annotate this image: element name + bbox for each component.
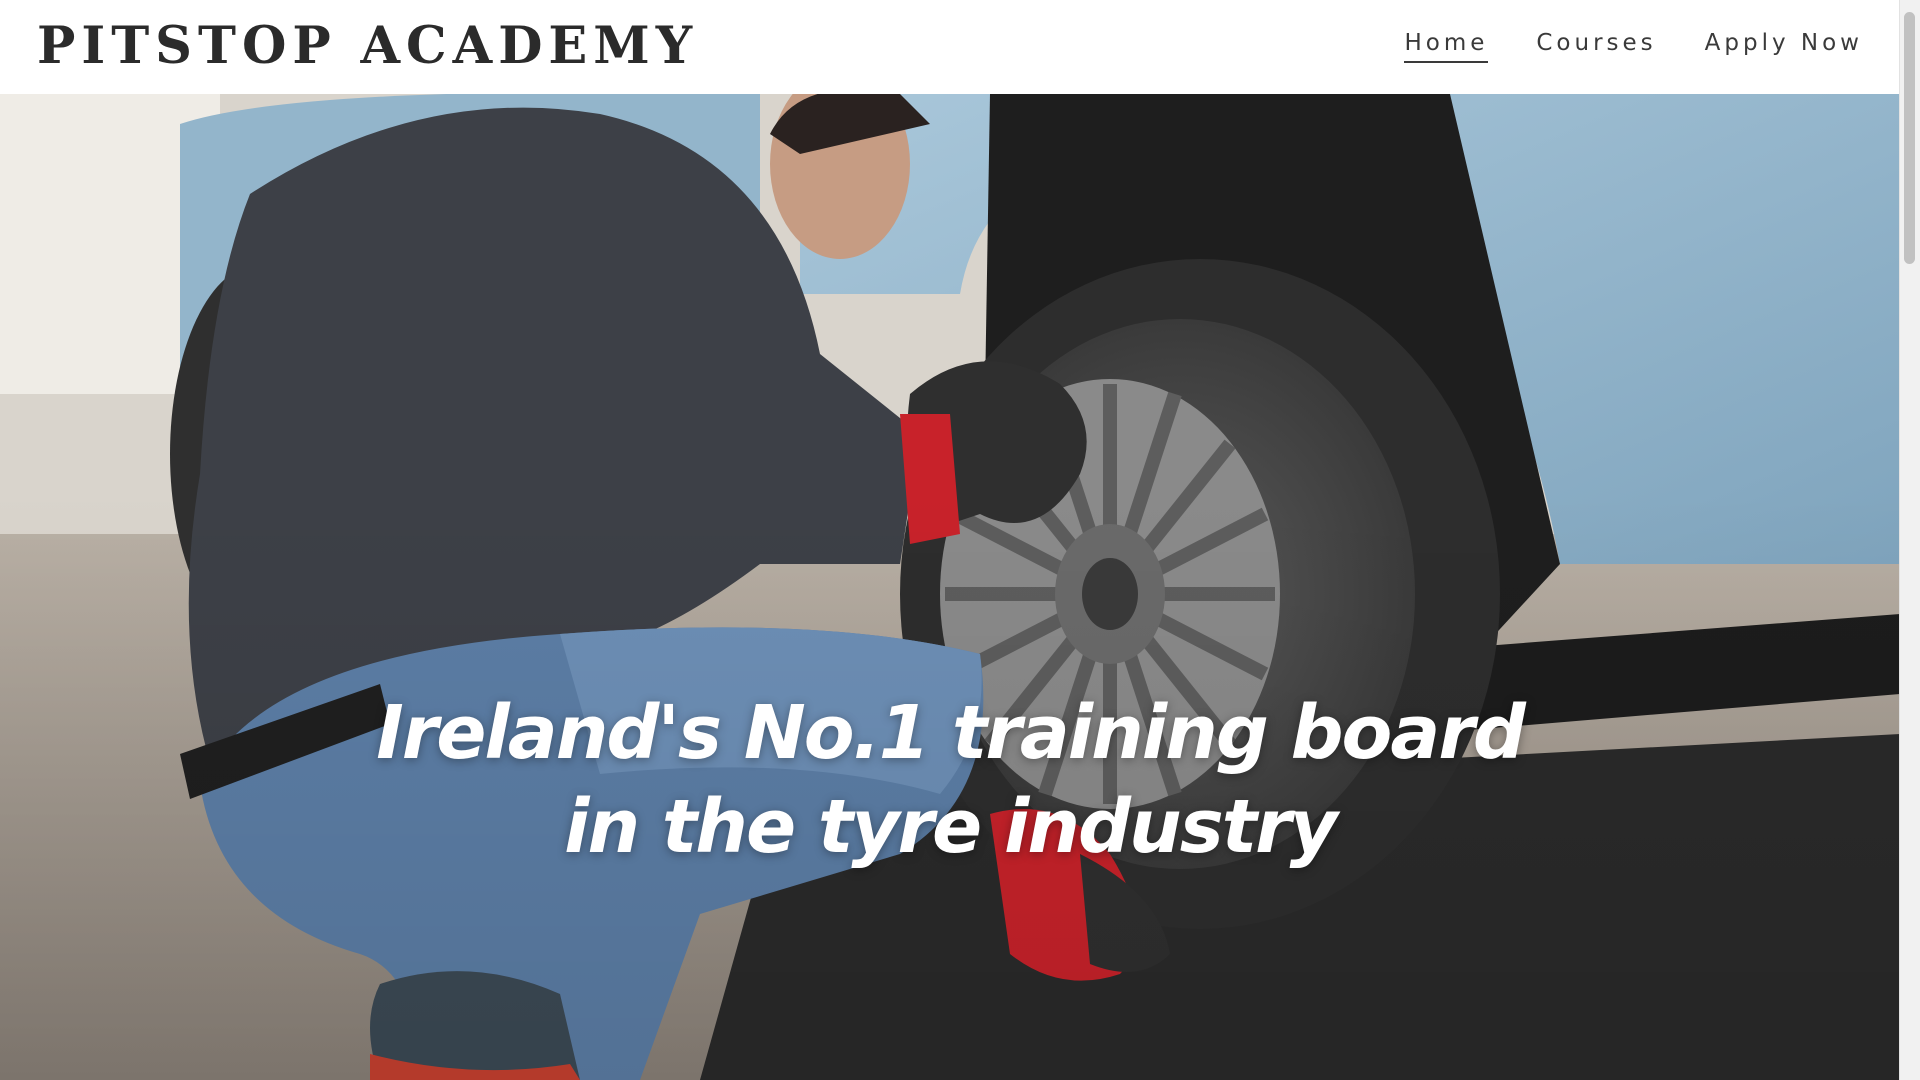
nav-home[interactable]: Home (1404, 30, 1489, 63)
page-scrollbar[interactable] (1899, 0, 1920, 1080)
hero-headline-line-1: Ireland's No.1 training board (376, 689, 1526, 776)
hero-headline-line-2: in the tyre industry (564, 783, 1338, 870)
main-nav: Home Courses Apply Now (1404, 30, 1863, 63)
site-header: PITSTOP ACADEMY Home Courses Apply Now (0, 0, 1900, 94)
hero-section: Ireland's No.1 training board in the tyr… (0, 94, 1900, 1080)
nav-courses[interactable]: Courses (1536, 30, 1656, 63)
hero-headline: Ireland's No.1 training board in the tyr… (0, 686, 1900, 874)
scrollbar-thumb[interactable] (1904, 12, 1915, 264)
site-logo[interactable]: PITSTOP ACADEMY (37, 16, 698, 76)
nav-apply-now[interactable]: Apply Now (1705, 30, 1863, 63)
hero-overlay (0, 94, 1900, 1080)
